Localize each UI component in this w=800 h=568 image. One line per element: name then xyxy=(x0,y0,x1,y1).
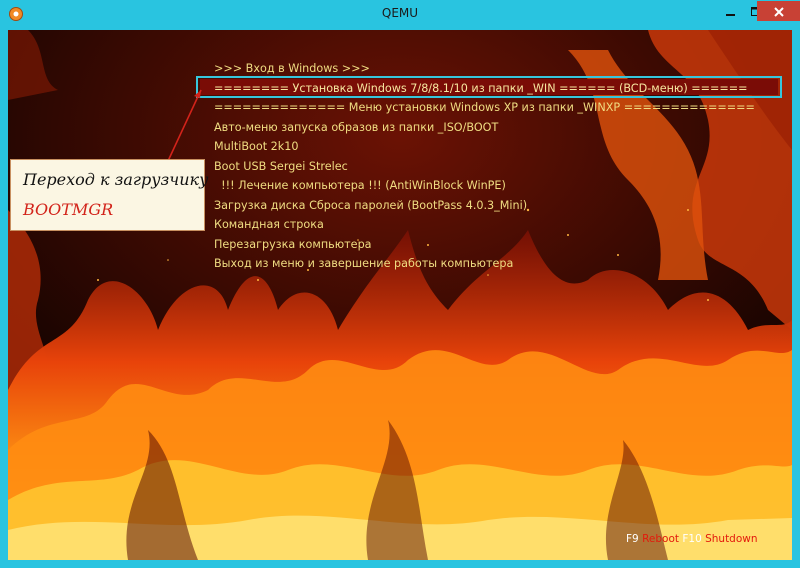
vm-display[interactable]: >>> Вход в Windows >>> ======== Установк… xyxy=(8,30,792,560)
menu-item-auto-iso-menu[interactable]: Авто-меню запуска образов из папки _ISO/… xyxy=(214,119,498,137)
menu-item-bootpass[interactable]: Загрузка диска Сброса паролей (BootPass … xyxy=(214,197,527,215)
selection-highlight-frame xyxy=(196,76,782,98)
menu-item-exit-shutdown[interactable]: Выход из меню и завершение работы компью… xyxy=(214,255,513,273)
window-title: QEMU xyxy=(381,6,419,20)
minimize-icon xyxy=(726,2,736,21)
f10-action[interactable]: Shutdown xyxy=(705,533,757,545)
callout-line-1: Переход к загрузчику xyxy=(23,170,209,189)
function-keys-hint: F9 Reboot F10 Shutdown xyxy=(626,533,758,545)
close-icon xyxy=(773,2,784,21)
callout-line-2: BOOTMGR xyxy=(23,200,114,219)
menu-item-install-windows-xp[interactable]: ============== Меню установки Windows XP… xyxy=(214,99,755,117)
annotation-callout: Переход к загрузчику BOOTMGR xyxy=(10,159,209,231)
menu-item-command-line[interactable]: Командная строка xyxy=(214,216,324,234)
minimize-button[interactable] xyxy=(718,1,744,21)
qemu-window: QEMU >>> Вход в Windows >>> ======== Уст… xyxy=(0,0,800,568)
f10-key: F10 xyxy=(682,533,702,545)
menu-item-boot-usb-strelec[interactable]: Boot USB Sergei Strelec xyxy=(214,158,348,176)
f9-action[interactable]: Reboot xyxy=(642,533,679,545)
title-bar[interactable]: QEMU xyxy=(0,0,800,28)
menu-item-multiboot[interactable]: MultiBoot 2k10 xyxy=(214,138,299,156)
close-button[interactable] xyxy=(757,1,800,21)
f9-key: F9 xyxy=(626,533,639,545)
menu-item-antiwinblock[interactable]: !!! Лечение компьютера !!! (AntiWinBlock… xyxy=(214,177,506,195)
menu-item-reboot[interactable]: Перезагрузка компьютера xyxy=(214,236,372,254)
